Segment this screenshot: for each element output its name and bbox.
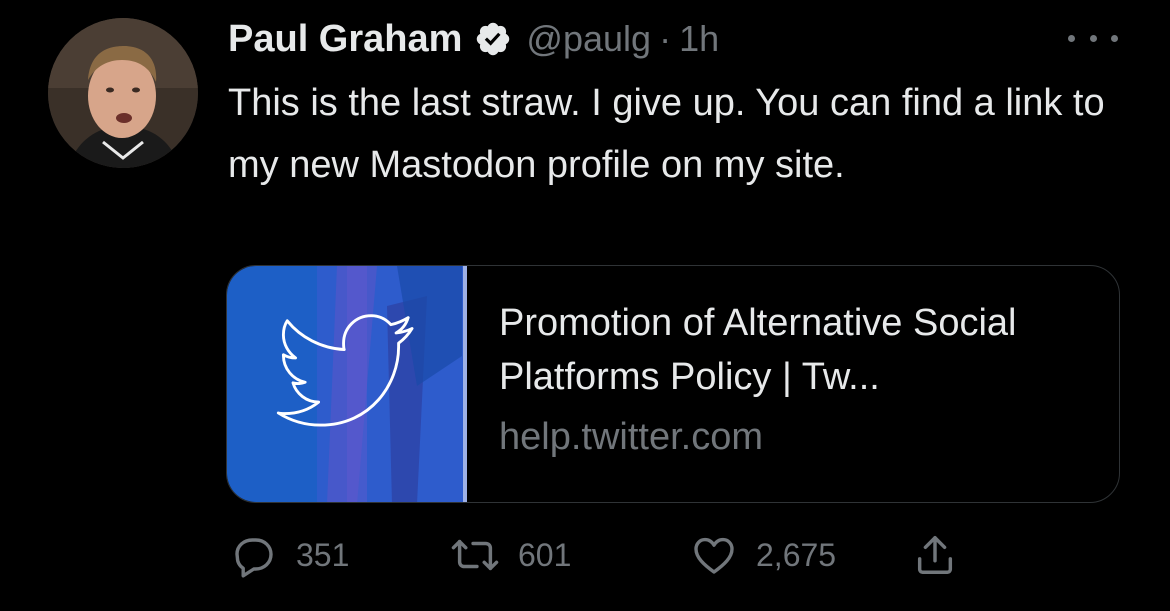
tweet-header: Paul Graham @paulg · 1h [228,16,719,62]
more-options-icon[interactable] [1068,26,1118,50]
verified-badge-icon [474,20,512,58]
like-count: 2,675 [756,536,837,573]
tweet-actions: 351 601 2,675 [0,530,1170,580]
author-avatar[interactable] [48,18,198,168]
author-name[interactable]: Paul Graham [228,18,462,61]
link-card[interactable]: Promotion of Alternative Social Platform… [226,265,1120,503]
card-title[interactable]: Promotion of Alternative Social Platform… [499,296,1099,404]
author-handle[interactable]: @paulg [526,18,651,60]
reply-button[interactable]: 351 [230,530,349,580]
separator-dot: · [659,18,672,59]
tweet-text: This is the last straw. I give up. You c… [228,82,1105,186]
avatar-photo [48,18,198,168]
retweet-icon [451,539,499,571]
heart-icon [694,537,734,574]
card-image [227,266,467,502]
like-button[interactable]: 2,675 [690,530,836,580]
retweet-count: 601 [518,536,572,573]
reply-count: 351 [296,536,350,573]
retweet-button[interactable]: 601 [450,530,571,580]
share-button[interactable] [912,530,958,580]
card-domain: help.twitter.com [499,416,763,458]
tweet-timestamp[interactable]: 1h [679,18,719,60]
reply-icon [235,538,273,578]
share-icon [917,536,953,574]
